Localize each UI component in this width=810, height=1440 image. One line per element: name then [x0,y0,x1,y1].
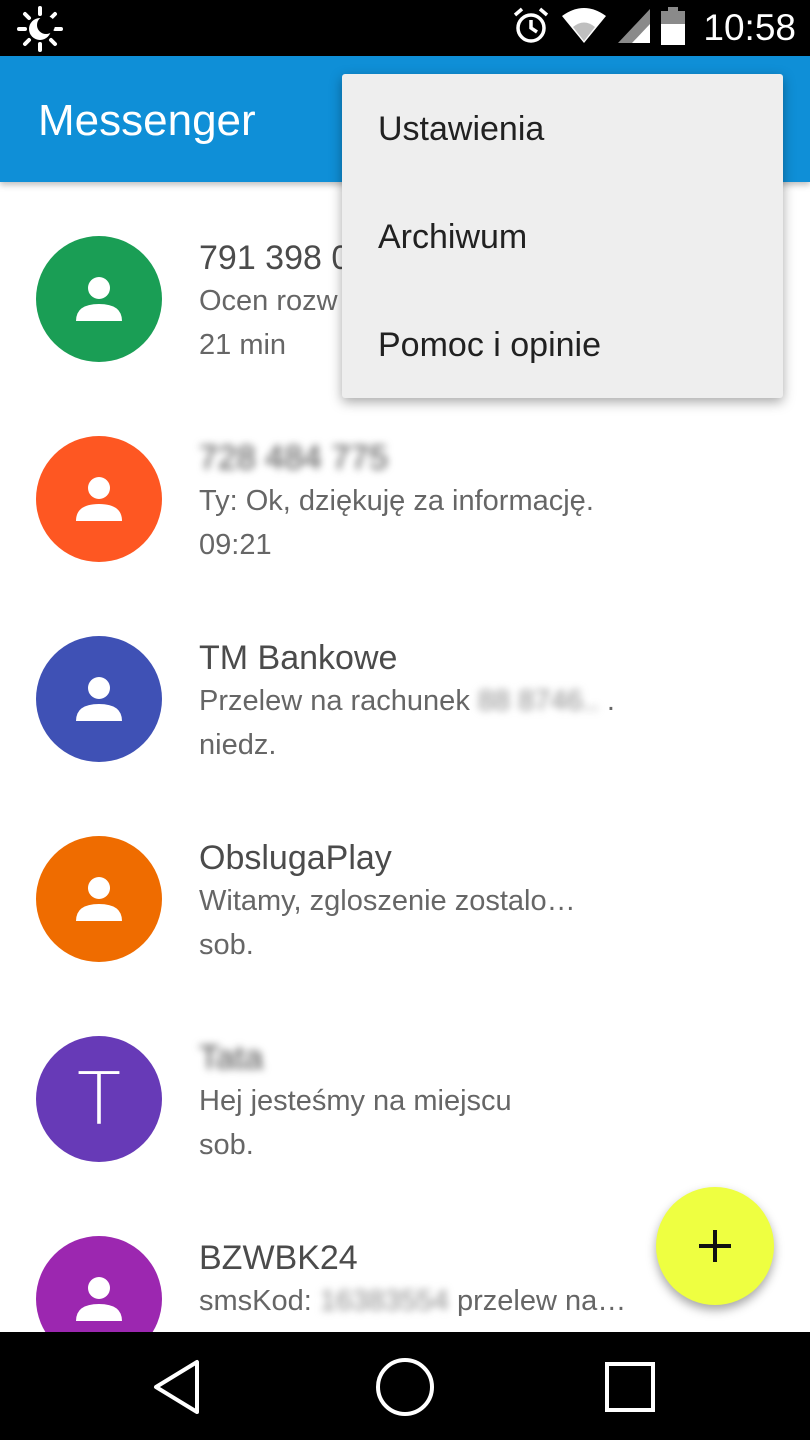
new-message-button[interactable] [656,1187,774,1305]
back-button[interactable] [138,1354,218,1420]
message-preview: Witamy, zgloszenie zostalo… [199,885,576,917]
wifi-icon [561,7,607,49]
message-time: 21 min [199,329,287,361]
back-icon [154,1360,199,1414]
signal-icon [617,8,651,49]
avatar-letter: T [77,1057,121,1141]
message-prefix: smsKod: [199,1285,312,1317]
message-text: Przelew na rachunek [199,685,470,717]
avatar [36,836,162,962]
avatar: T [36,1036,162,1162]
person-icon [76,677,122,721]
contact-name: 791 398 0 [199,239,351,277]
blurred-account-number: 88 8746.. [477,685,599,717]
menu-item-help-feedback[interactable]: Pomoc i opinie [378,326,601,365]
message-preview: smsKod: 16383554 przelew na… [199,1285,626,1318]
message-time: 09:21 [199,529,272,561]
person-icon [76,1277,122,1321]
menu-item-archive[interactable]: Archiwum [378,218,527,257]
message-preview: Hej jesteśmy na miejscu [199,1085,512,1117]
person-icon [76,877,122,921]
overflow-menu: Ustawienia Archiwum Pomoc i opinie [342,74,783,398]
app-title: Messenger [38,96,256,145]
recents-icon [605,1362,655,1412]
conversation-row[interactable]: 728 484 775 Ty: Ok, dziękuję za informac… [0,399,810,599]
message-preview: Przelew na rachunek 88 8746.. . [199,685,615,718]
contact-name: ObslugaPlay [199,839,392,877]
home-icon [376,1358,434,1416]
message-preview: Ty: Ok, dziękuję za informację. [199,485,594,517]
message-text: przelew na… [456,1285,627,1317]
contact-name: TM Bankowe [199,639,398,677]
contact-name: BZWBK24 [199,1239,358,1277]
blurred-code: 16383554 [319,1285,449,1317]
weather-icon [16,6,64,57]
menu-item-settings[interactable]: Ustawienia [378,110,544,149]
message-preview: Ocen rozw [199,285,338,317]
message-suffix: . [606,685,615,717]
conversation-row[interactable]: TM Bankowe Przelew na rachunek 88 8746..… [0,599,810,799]
message-time: niedz. [199,729,277,761]
avatar [36,636,162,762]
status-clock: 10:58 [703,7,796,48]
alarm-icon [511,6,551,51]
navigation-bar [0,1332,810,1440]
avatar [36,1236,162,1332]
recents-button[interactable] [590,1354,670,1420]
conversation-row[interactable]: T Tata Hej jesteśmy na miejscu sob. [0,999,810,1199]
message-time: sob. [199,1129,254,1161]
battery-icon [661,6,686,50]
person-icon [76,477,122,521]
person-icon [76,277,122,321]
conversation-row[interactable]: ObslugaPlay Witamy, zgloszenie zostalo… … [0,799,810,999]
contact-name: Tata [199,1039,264,1077]
contact-name: 728 484 775 [199,439,389,477]
message-time: sob. [199,929,254,961]
avatar [36,436,162,562]
avatar [36,236,162,362]
home-button[interactable] [365,1354,445,1420]
plus-icon [699,1230,731,1262]
status-bar: 10:58 [0,0,810,56]
